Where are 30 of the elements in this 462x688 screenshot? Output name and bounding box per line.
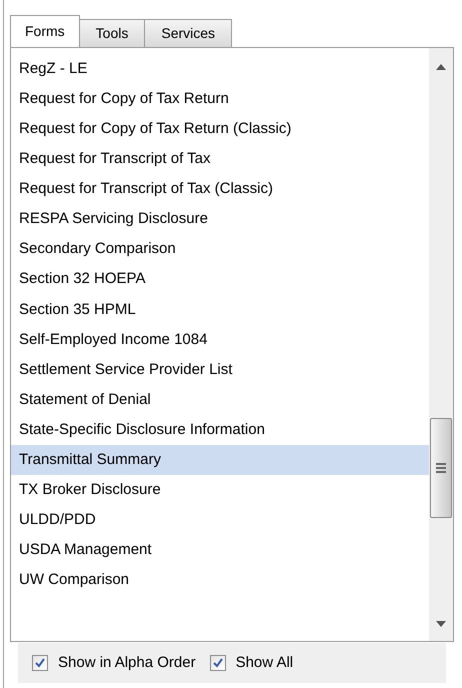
list-item[interactable]: Transmittal Summary — [11, 445, 429, 476]
list-item[interactable]: Settlement Service Provider List — [11, 354, 429, 386]
checkbox[interactable] — [32, 655, 48, 671]
list-item[interactable]: TX Broker Disclosure — [11, 475, 429, 506]
list-item[interactable]: Request for Copy of Tax Return — [11, 84, 429, 114]
list-item[interactable]: Request for Transcript of Tax (Classic) — [11, 174, 429, 204]
grip-icon — [436, 462, 446, 474]
tab[interactable]: Forms — [10, 15, 80, 47]
list-item[interactable]: Request for Transcript of Tax — [11, 144, 429, 174]
scroll-down-icon[interactable] — [436, 621, 446, 627]
checkbox[interactable] — [210, 655, 226, 671]
tab[interactable]: Tools — [78, 19, 146, 47]
list-item[interactable]: ULDD/PDD — [11, 505, 429, 536]
list-item[interactable]: Statement of Denial — [11, 385, 429, 416]
list-item[interactable]: UW Comparison — [11, 566, 429, 596]
list-item[interactable]: USDA Management — [11, 536, 429, 566]
list-item[interactable]: RegZ - LE — [11, 54, 429, 84]
list-item[interactable]: State-Specific Disclosure Information — [11, 415, 429, 446]
list-item[interactable]: Self-Employed Income 1084 — [11, 324, 429, 355]
list-item[interactable]: Request for Copy of Tax Return (Classic) — [11, 114, 429, 144]
list-item[interactable]: RESPA Servicing Disclosure — [11, 204, 429, 235]
checkbox-label: Show in Alpha Order — [58, 652, 196, 673]
scrollbar[interactable] — [429, 48, 453, 641]
scrollbar-thumb[interactable] — [430, 418, 452, 518]
scroll-up-icon[interactable] — [436, 64, 446, 70]
tab[interactable]: Services — [144, 19, 232, 47]
checkbox-label: Show All — [236, 652, 294, 673]
list-item[interactable]: Section 35 HPML — [11, 294, 429, 325]
list-item[interactable]: Secondary Comparison — [11, 234, 429, 265]
list-item[interactable]: Section 32 HOEPA — [11, 264, 429, 295]
